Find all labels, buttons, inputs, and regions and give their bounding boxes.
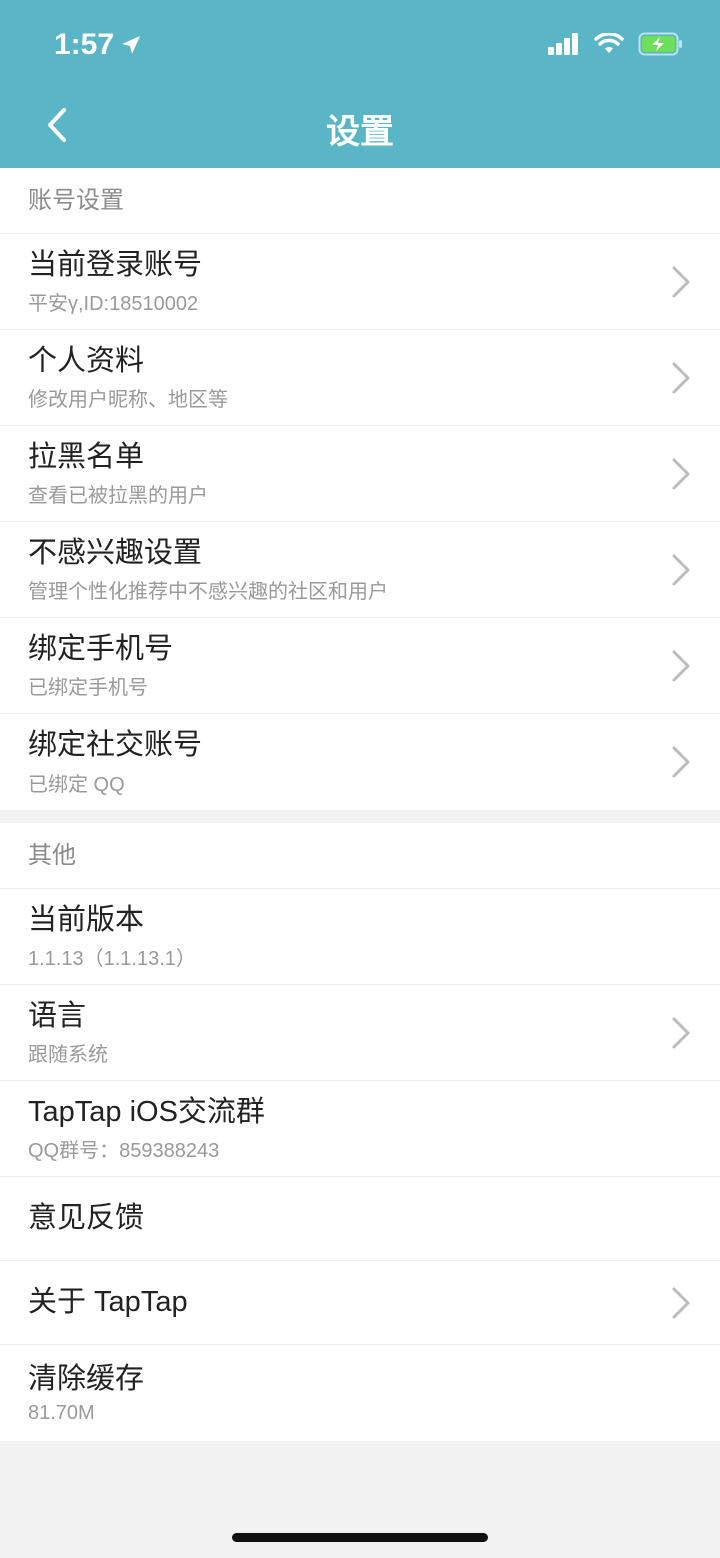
row-subtitle: 修改用户昵称、地区等 (28, 389, 228, 412)
row-subtitle: 平安γ,ID:18510002 (28, 293, 199, 316)
chevron-right-icon (672, 650, 690, 681)
section-divider (0, 810, 720, 823)
row-title: 拉黑名单 (28, 440, 145, 473)
status-indicators (548, 32, 684, 56)
row-version[interactable]: 当前版本 1.1.13（1.1.13.1） (0, 889, 720, 985)
row-title: TapTap iOS交流群 (28, 1095, 265, 1128)
row-blocklist[interactable]: 拉黑名单 查看已被拉黑的用户 (0, 426, 720, 522)
row-title: 当前登录账号 (28, 248, 203, 281)
chevron-right-icon (672, 1017, 690, 1048)
location-arrow-icon (122, 36, 141, 54)
row-subtitle: 查看已被拉黑的用户 (28, 485, 208, 508)
section-header: 账号设置 (0, 168, 720, 234)
row-language[interactable]: 语言 跟随系统 (0, 985, 720, 1081)
row-subtitle: 管理个性化推荐中不感兴趣的社区和用户 (28, 581, 388, 604)
section-other: 其他 当前版本 1.1.13（1.1.13.1） 语言 跟随系统 TapTap … (0, 823, 720, 1441)
chevron-right-icon (672, 266, 690, 297)
row-title: 意见反馈 (28, 1202, 145, 1235)
nav-header: 1:57 设置 (0, 0, 720, 168)
row-title: 清除缓存 (28, 1363, 145, 1396)
row-title: 当前版本 (28, 903, 145, 936)
chevron-right-icon (672, 554, 690, 585)
row-bind-social[interactable]: 绑定社交账号 已绑定 QQ (0, 714, 720, 810)
chevron-right-icon (672, 1287, 690, 1318)
row-subtitle: 已绑定 QQ (28, 773, 125, 796)
row-profile[interactable]: 个人资料 修改用户昵称、地区等 (0, 330, 720, 426)
chevron-right-icon (672, 746, 690, 778)
section-header: 其他 (0, 823, 720, 889)
row-current-account[interactable]: 当前登录账号 平安γ,ID:18510002 (0, 234, 720, 330)
row-not-interested[interactable]: 不感兴趣设置 管理个性化推荐中不感兴趣的社区和用户 (0, 522, 720, 618)
row-clear-cache[interactable]: 清除缓存 81.70M (0, 1345, 720, 1441)
row-title: 个人资料 (28, 344, 145, 377)
row-subtitle: QQ群号：859388243 (28, 1140, 220, 1163)
status-time-text: 1:57 (54, 28, 115, 61)
row-feedback[interactable]: 意见反馈 (0, 1177, 720, 1261)
row-ios-group[interactable]: TapTap iOS交流群 QQ群号：859388243 (0, 1081, 720, 1177)
row-title: 不感兴趣设置 (28, 536, 203, 569)
wifi-icon (594, 33, 624, 53)
row-subtitle: 81.70M (28, 1401, 95, 1424)
section-account: 账号设置 当前登录账号 平安γ,ID:18510002 个人资料 修改用户昵称、… (0, 168, 720, 810)
signal-icon (548, 33, 578, 55)
row-about[interactable]: 关于 TapTap (0, 1261, 720, 1345)
row-title: 语言 (28, 999, 87, 1032)
settings-list: 账号设置 当前登录账号 平安γ,ID:18510002 个人资料 修改用户昵称、… (0, 168, 720, 1441)
row-title: 绑定社交账号 (28, 729, 203, 762)
home-indicator (232, 1533, 488, 1542)
row-title: 绑定手机号 (28, 632, 174, 665)
row-bind-phone[interactable]: 绑定手机号 已绑定手机号 (0, 618, 720, 714)
status-time: 1:57 (54, 28, 142, 62)
row-subtitle: 跟随系统 (28, 1044, 108, 1067)
chevron-right-icon (672, 362, 690, 393)
battery-charging-icon (638, 32, 682, 56)
row-subtitle: 已绑定手机号 (28, 677, 148, 700)
page-title: 设置 (326, 113, 394, 151)
row-title: 关于 TapTap (28, 1286, 188, 1319)
chevron-right-icon (672, 458, 690, 489)
row-subtitle: 1.1.13（1.1.13.1） (28, 948, 196, 971)
